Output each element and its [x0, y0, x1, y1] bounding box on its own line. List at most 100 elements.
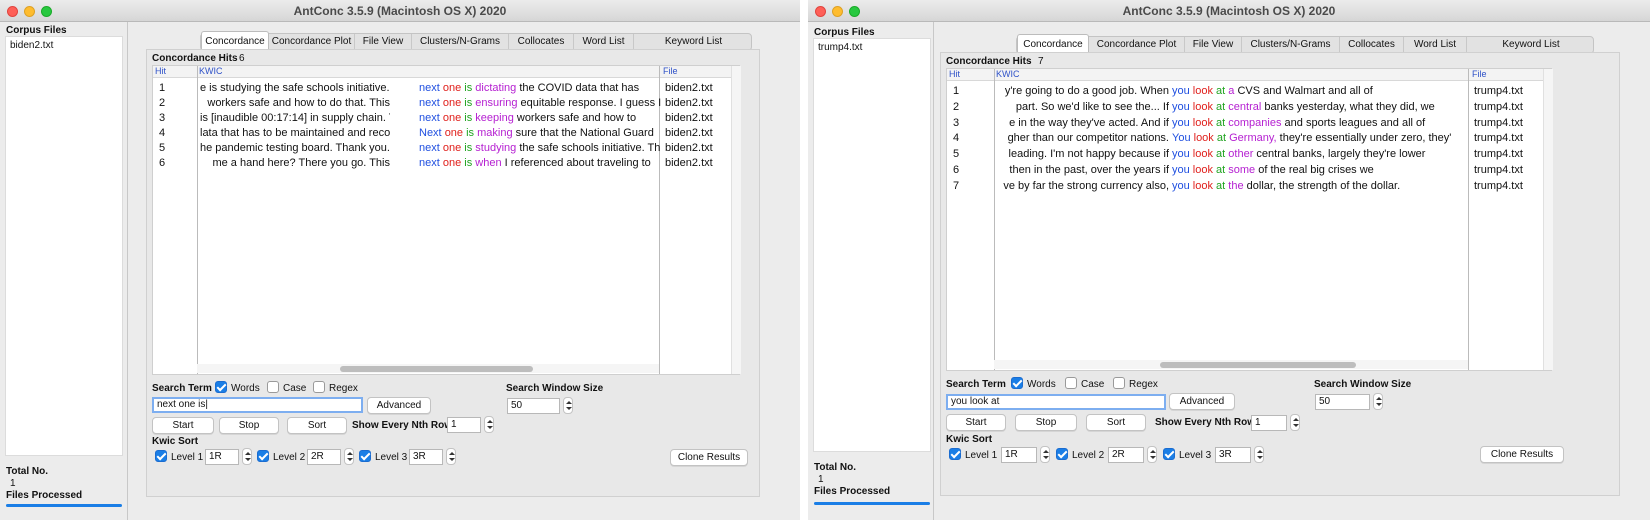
- tab-file-view[interactable]: File View: [1185, 37, 1242, 53]
- table-row[interactable]: 1 e is studying the safe schools initiati…: [153, 82, 739, 97]
- stop-button[interactable]: Stop: [1015, 414, 1077, 431]
- level-3-input[interactable]: 3R: [409, 449, 443, 465]
- file-name: trump4.txt: [1474, 132, 1523, 145]
- table-row[interactable]: 3 e in the way they've acted. And if you l…: [947, 117, 1551, 132]
- corpus-files-list[interactable]: trump4.txt: [813, 38, 931, 452]
- level-3-input[interactable]: 3R: [1215, 447, 1251, 463]
- horizontal-scrollbar[interactable]: [994, 360, 1468, 369]
- tab-word-list[interactable]: Word List: [1404, 37, 1467, 53]
- search-window-size-stepper[interactable]: [1373, 393, 1383, 410]
- keyword-token: when: [475, 157, 505, 169]
- tab-collocates[interactable]: Collocates: [1340, 37, 1404, 53]
- left-context: lata that has to be maintained and recor…: [200, 127, 390, 139]
- regex-label: Regex: [1129, 379, 1158, 390]
- level-1-label: Level 1: [965, 450, 998, 461]
- advanced-button[interactable]: Advanced: [367, 397, 431, 414]
- tab-collocates[interactable]: Collocates: [509, 34, 574, 50]
- case-checkbox[interactable]: [267, 381, 279, 393]
- tab-clusters-ngrams[interactable]: Clusters/N-Grams: [412, 34, 509, 50]
- nth-row-input[interactable]: 1: [447, 417, 481, 433]
- column-header-kwic[interactable]: KWIC: [197, 66, 659, 78]
- level-2-checkbox[interactable]: [1056, 448, 1068, 460]
- corpus-file-item[interactable]: biden2.txt: [10, 40, 53, 51]
- column-header-hit[interactable]: Hit: [153, 66, 197, 78]
- tab-file-view[interactable]: File View: [355, 34, 412, 50]
- keyword-token: companies: [1228, 116, 1285, 129]
- level-1-checkbox[interactable]: [155, 450, 167, 462]
- sort-button[interactable]: Sort: [1086, 414, 1146, 431]
- table-row[interactable]: 6 me a hand here? There you go. This next …: [153, 157, 739, 172]
- case-checkbox[interactable]: [1065, 377, 1077, 389]
- corpus-file-item[interactable]: trump4.txt: [818, 42, 862, 53]
- level-2-checkbox[interactable]: [257, 450, 269, 462]
- search-term-input[interactable]: next one is|: [152, 397, 363, 413]
- regex-checkbox[interactable]: [1113, 377, 1125, 389]
- column-header-file[interactable]: File: [659, 66, 731, 78]
- column-header-kwic[interactable]: KWIC: [994, 69, 1468, 81]
- regex-checkbox[interactable]: [313, 381, 325, 393]
- nth-row-stepper[interactable]: [1290, 414, 1300, 431]
- stop-button[interactable]: Stop: [219, 417, 279, 434]
- nth-row-input[interactable]: 1: [1251, 415, 1287, 431]
- level-2-stepper[interactable]: [344, 448, 354, 465]
- table-row[interactable]: 5 he pandemic testing board. Thank you. T…: [153, 142, 739, 157]
- level-3-checkbox[interactable]: [359, 450, 371, 462]
- clone-results-button[interactable]: Clone Results: [670, 449, 748, 466]
- level-1-stepper[interactable]: [242, 448, 252, 465]
- tab-keyword-list[interactable]: Keyword List: [1467, 37, 1595, 53]
- concordance-table[interactable]: Hit KWIC File 1 y're going to do a good j…: [946, 68, 1553, 371]
- level-3-stepper[interactable]: [1254, 446, 1264, 463]
- search-window-size-input[interactable]: 50: [1315, 394, 1370, 410]
- words-checkbox[interactable]: [1011, 377, 1023, 389]
- level-2-label: Level 2: [273, 452, 306, 463]
- nth-row-stepper[interactable]: [484, 416, 494, 433]
- level-2-stepper[interactable]: [1147, 446, 1157, 463]
- tab-concordance-plot[interactable]: Concordance Plot: [269, 34, 355, 50]
- level-1-input[interactable]: 1R: [1001, 447, 1037, 463]
- advanced-button[interactable]: Advanced: [1169, 393, 1235, 410]
- tab-concordance-plot[interactable]: Concordance Plot: [1089, 37, 1185, 53]
- level-1-checkbox[interactable]: [949, 448, 961, 460]
- search-term-input[interactable]: you look at: [946, 394, 1166, 410]
- level-2-input[interactable]: 2R: [1108, 447, 1144, 463]
- clone-results-button[interactable]: Clone Results: [1480, 446, 1564, 463]
- horizontal-scrollbar-thumb[interactable]: [340, 366, 533, 372]
- level-1-input[interactable]: 1R: [205, 449, 239, 465]
- tab-keyword-list[interactable]: Keyword List: [634, 34, 753, 50]
- table-row[interactable]: 3 is [inaudible 00:17:14] in supply chain…: [153, 112, 739, 127]
- search-term-label: Search Term: [946, 379, 1006, 390]
- tab-clusters-ngrams[interactable]: Clusters/N-Grams: [1242, 37, 1340, 53]
- level-3-stepper[interactable]: [446, 448, 456, 465]
- concordance-table[interactable]: Hit KWIC File 1 e is studying the safe sc…: [152, 65, 741, 375]
- table-row[interactable]: 6 then in the past, over the years if you …: [947, 164, 1551, 179]
- start-button[interactable]: Start: [152, 417, 214, 434]
- horizontal-scrollbar-thumb[interactable]: [1160, 362, 1356, 368]
- level-3-checkbox[interactable]: [1163, 448, 1175, 460]
- search-window-size-input[interactable]: 50: [507, 398, 560, 414]
- keyword-token: is: [466, 127, 478, 139]
- tab-word-list[interactable]: Word List: [574, 34, 634, 50]
- table-row[interactable]: 7 ve by far the strong currency also, you …: [947, 180, 1551, 195]
- hit-number: 3: [159, 112, 166, 124]
- sort-button[interactable]: Sort: [287, 417, 347, 434]
- right-context: I referenced about traveling to: [504, 157, 651, 169]
- table-row[interactable]: 2 workers safe and how to do that. This ne…: [153, 97, 739, 112]
- corpus-files-list[interactable]: biden2.txt: [5, 36, 123, 456]
- search-window-size-label: Search Window Size: [506, 383, 604, 394]
- start-button[interactable]: Start: [946, 414, 1006, 431]
- column-header-file[interactable]: File: [1468, 69, 1543, 81]
- table-row[interactable]: 2 part. So we'd like to see the... If you …: [947, 101, 1551, 116]
- level-2-input[interactable]: 2R: [307, 449, 341, 465]
- table-row[interactable]: 5 leading. I'm not happy because if you lo…: [947, 148, 1551, 163]
- table-row[interactable]: 4 gher than our competitor nations. You lo…: [947, 132, 1551, 147]
- horizontal-scrollbar[interactable]: [197, 364, 659, 373]
- words-checkbox[interactable]: [215, 381, 227, 393]
- search-window-size-stepper[interactable]: [563, 397, 573, 414]
- tab-concordance[interactable]: Concordance: [1017, 34, 1089, 53]
- table-row[interactable]: 4 lata that has to be maintained and reco…: [153, 127, 739, 142]
- tab-concordance[interactable]: Concordance: [201, 31, 269, 50]
- right-context: and sports leagues and all of: [1284, 116, 1426, 129]
- level-1-stepper[interactable]: [1040, 446, 1050, 463]
- column-header-hit[interactable]: Hit: [947, 69, 994, 81]
- table-row[interactable]: 1 y're going to do a good job. When you lo…: [947, 85, 1551, 100]
